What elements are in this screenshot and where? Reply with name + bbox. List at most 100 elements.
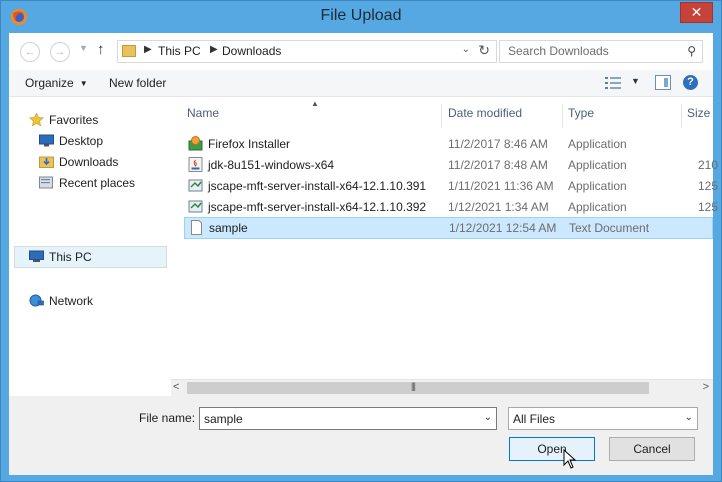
sidebar-item-desktop[interactable]: Desktop — [39, 131, 159, 151]
column-header-size[interactable]: Size — [687, 106, 710, 128]
file-date: 1/12/2021 1:34 AM — [448, 200, 549, 214]
file-row-jscape-391[interactable]: jscape-mft-server-install-x64-12.1.10.39… — [184, 176, 718, 196]
file-name-label: File name: — [139, 411, 196, 425]
file-date: 11/2/2017 8:46 AM — [448, 137, 548, 151]
text-file-icon — [191, 220, 202, 235]
sidebar-item-label: Network — [49, 294, 94, 308]
view-options-chevron-icon[interactable]: ▼ — [631, 76, 640, 86]
search-input[interactable]: Search Downloads ⚲ — [499, 40, 703, 63]
cancel-button[interactable]: Cancel — [609, 437, 695, 461]
sidebar-item-label: Desktop — [59, 134, 104, 148]
file-name-panel: File name: sample ⌄ All Files ⌄ Open Can… — [9, 396, 713, 475]
java-installer-icon — [188, 157, 203, 172]
file-name-combobox[interactable]: sample ⌄ — [199, 407, 497, 430]
new-folder-button[interactable]: New folder — [109, 76, 166, 90]
sidebar-item-label: Favorites — [49, 113, 99, 127]
up-button[interactable]: ↑ — [97, 41, 105, 58]
file-type-filter-value: All Files — [513, 412, 556, 426]
sidebar-item-network[interactable]: Network — [29, 291, 159, 311]
file-size: 125 — [698, 179, 719, 193]
file-row-sample[interactable]: sample 1/12/2021 12:54 AM Text Document — [184, 217, 713, 239]
file-date: 1/11/2021 11:36 AM — [448, 179, 554, 193]
column-divider[interactable] — [441, 104, 442, 128]
file-name: sample — [209, 221, 248, 235]
recent-places-icon — [39, 176, 53, 189]
file-row-firefox-installer[interactable]: Firefox Installer 11/2/2017 8:46 AM Appl… — [184, 134, 713, 154]
view-details-icon[interactable] — [605, 77, 621, 89]
file-name: Firefox Installer — [208, 137, 291, 151]
file-type: Application — [568, 179, 627, 193]
organize-label: Organize — [25, 76, 74, 90]
column-header-name[interactable]: Name — [187, 106, 219, 128]
breadcrumb-this-pc[interactable]: This PC — [158, 44, 201, 58]
file-type: Application — [568, 200, 627, 214]
chevron-down-icon[interactable]: ⌄ — [685, 412, 693, 423]
file-name: jscape-mft-server-install-x64-12.1.10.39… — [208, 200, 427, 214]
title-bar[interactable]: File Upload ✕ — [1, 1, 721, 33]
file-row-jdk[interactable]: jdk-8u151-windows-x64 11/2/2017 8:48 AM … — [184, 155, 718, 175]
back-button[interactable]: ← — [20, 42, 40, 62]
address-bar[interactable]: ▶ This PC ▶ Downloads ⌄ ↻ — [117, 40, 497, 63]
column-header-type[interactable]: Type — [568, 106, 594, 128]
installer-icon — [188, 200, 203, 213]
file-name: jscape-mft-server-install-x64-12.1.10.39… — [208, 179, 427, 193]
refresh-icon[interactable]: ↻ — [478, 42, 490, 59]
file-type-filter[interactable]: All Files ⌄ — [508, 407, 698, 430]
scroll-right-icon[interactable]: > — [703, 381, 709, 393]
navigation-pane: Favorites Desktop Downloads Recent place… — [9, 98, 169, 396]
file-name: jdk-8u151-windows-x64 — [208, 158, 335, 172]
scrollbar-grip-icon: ||| — [411, 381, 416, 391]
sort-ascending-icon: ▲ — [311, 99, 319, 108]
search-placeholder: Search Downloads — [508, 44, 609, 58]
file-type: Application — [568, 137, 627, 151]
mouse-cursor-icon — [563, 449, 577, 469]
window-title: File Upload — [320, 7, 402, 24]
column-divider[interactable] — [562, 104, 563, 128]
preview-pane-icon[interactable] — [655, 75, 671, 90]
file-date: 11/2/2017 8:48 AM — [448, 158, 548, 172]
chevron-down-icon[interactable]: ⌄ — [484, 412, 492, 423]
breadcrumb-downloads[interactable]: Downloads — [222, 44, 281, 58]
file-type: Application — [568, 158, 627, 172]
sidebar-item-label: Downloads — [59, 155, 119, 169]
sidebar-item-recent-places[interactable]: Recent places — [39, 173, 159, 193]
desktop-icon — [39, 134, 54, 147]
file-list: ▲ Name Date modified Type Size Firefox I… — [169, 98, 718, 396]
breadcrumb-separator-icon[interactable]: ▶ — [210, 44, 218, 55]
dialog-body: ← → ▼ ↑ ▶ This PC ▶ Downloads ⌄ ↻ Search… — [9, 33, 718, 475]
file-size: 210 — [698, 158, 719, 172]
file-size: 125 — [698, 200, 719, 214]
firefox-installer-icon — [188, 136, 203, 151]
file-date: 1/12/2021 12:54 AM — [449, 221, 557, 235]
computer-icon — [29, 250, 44, 262]
command-toolbar: Organize ▼ New folder ▼ ? — [9, 70, 713, 97]
scroll-left-icon[interactable]: < — [173, 381, 179, 393]
sidebar-item-favorites[interactable]: Favorites — [29, 110, 159, 130]
file-name-value[interactable]: sample — [204, 412, 243, 426]
organize-menu[interactable]: Organize ▼ — [25, 76, 88, 90]
file-row-jscape-392[interactable]: jscape-mft-server-install-x64-12.1.10.39… — [184, 197, 718, 217]
sidebar-item-downloads[interactable]: Downloads — [39, 152, 159, 172]
address-row: ← → ▼ ↑ ▶ This PC ▶ Downloads ⌄ ↻ Search… — [9, 33, 713, 69]
horizontal-scrollbar[interactable]: < ||| > — [171, 379, 713, 396]
installer-icon — [188, 179, 203, 192]
address-dropdown-chevron-icon[interactable]: ⌄ — [462, 44, 470, 55]
caret-down-icon: ▼ — [79, 79, 88, 88]
column-header-date-modified[interactable]: Date modified — [448, 106, 522, 128]
sidebar-item-label: This PC — [49, 250, 92, 264]
column-divider[interactable] — [681, 104, 682, 128]
search-icon[interactable]: ⚲ — [687, 44, 696, 58]
close-button[interactable]: ✕ — [680, 2, 713, 23]
file-upload-dialog: File Upload ✕ ← → ▼ ↑ ▶ This PC ▶ Downlo… — [0, 0, 722, 482]
file-type: Text Document — [569, 221, 650, 235]
scrollbar-thumb[interactable]: ||| — [187, 381, 649, 394]
breadcrumb-separator-icon[interactable]: ▶ — [144, 44, 152, 55]
downloads-folder-icon — [39, 156, 54, 168]
sidebar-item-this-pc[interactable]: This PC — [14, 246, 167, 268]
open-button[interactable]: Open — [509, 437, 595, 461]
recent-locations-chevron-icon[interactable]: ▼ — [79, 43, 88, 53]
folder-icon — [122, 45, 136, 57]
sidebar-item-label: Recent places — [59, 176, 136, 190]
help-icon[interactable]: ? — [683, 75, 698, 90]
forward-button[interactable]: → — [50, 42, 70, 62]
